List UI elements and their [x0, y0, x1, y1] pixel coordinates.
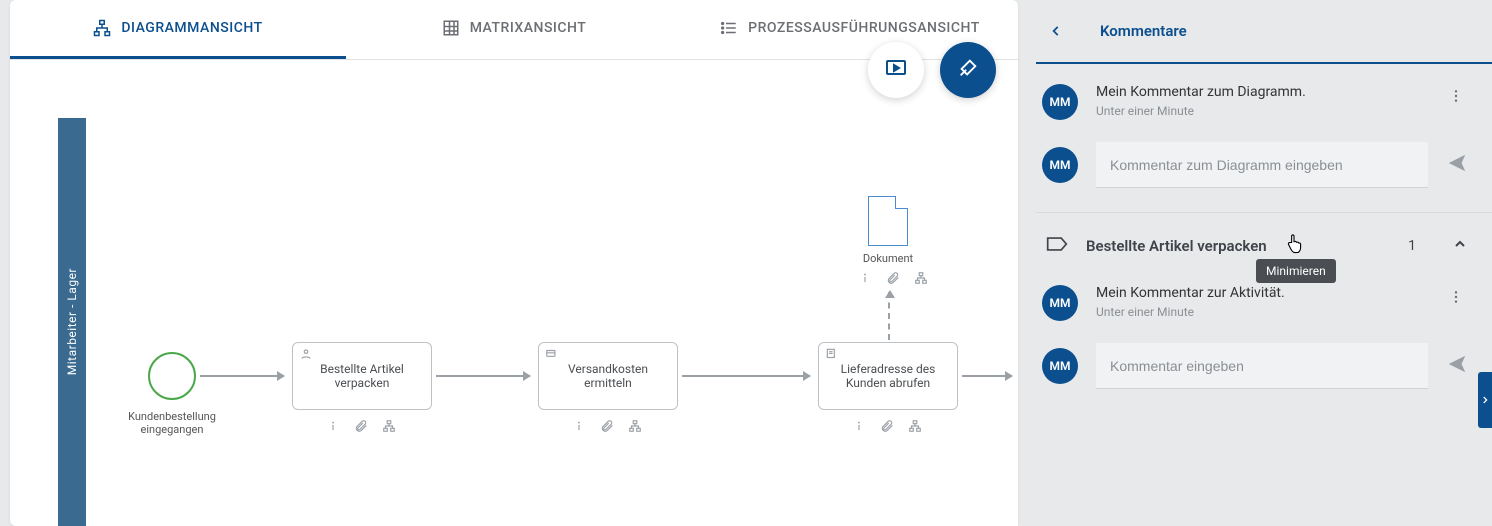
activity-title: Bestellte Artikel verpacken — [1086, 237, 1390, 255]
attachment-icon[interactable] — [600, 418, 614, 437]
comment-item: MM Mein Kommentar zur Aktivität. Unter e… — [1036, 265, 1492, 331]
activity-comment-input[interactable] — [1096, 343, 1428, 389]
sequence-flow — [962, 375, 1012, 377]
form-icon — [825, 347, 837, 357]
task-node[interactable]: Bestellte Artikel verpacken — [292, 342, 432, 410]
panel-title: Kommentare — [1100, 22, 1187, 40]
comment-menu-button[interactable] — [1444, 285, 1468, 313]
tab-label: MATRIXANSICHT — [470, 20, 587, 36]
tab-matrix-view[interactable]: MATRIXANSICHT — [346, 0, 682, 59]
back-button[interactable] — [1042, 24, 1070, 38]
task-label: Versandkosten ermitteln — [549, 362, 667, 390]
sequence-flow — [682, 375, 810, 377]
task-node[interactable]: Versandkosten ermitteln — [538, 342, 678, 410]
document-label: Dokument — [848, 252, 928, 265]
tab-label: PROZESSAUSFÜHRUNGSANSICHT — [748, 20, 980, 36]
tab-label: DIAGRAMMANSICHT — [121, 20, 262, 36]
info-icon[interactable] — [858, 270, 872, 289]
comment-item: MM Mein Kommentar zum Diagramm. Unter ei… — [1036, 64, 1492, 130]
attachment-icon[interactable] — [354, 418, 368, 437]
avatar: MM — [1042, 84, 1078, 120]
task-node[interactable]: Lieferadresse des Kunden abrufen — [818, 342, 958, 410]
send-button[interactable] — [1446, 353, 1468, 379]
float-buttons — [868, 42, 996, 98]
sequence-flow — [436, 375, 530, 377]
comment-menu-button[interactable] — [1444, 84, 1468, 112]
sequence-flow — [200, 375, 284, 377]
diagram-comment-input[interactable] — [1096, 142, 1428, 188]
comment-text: Mein Kommentar zum Diagramm. — [1096, 84, 1426, 100]
grid-icon — [442, 19, 460, 37]
send-button[interactable] — [1446, 152, 1468, 178]
list-icon — [720, 19, 738, 37]
avatar: MM — [1042, 147, 1078, 183]
info-icon[interactable] — [326, 418, 340, 437]
presentation-button[interactable] — [868, 42, 924, 98]
info-icon[interactable] — [852, 418, 866, 437]
hierarchy-icon[interactable] — [914, 270, 928, 289]
edit-button[interactable] — [940, 42, 996, 98]
task-label: Bestellte Artikel verpacken — [303, 362, 421, 390]
lane-title: Mitarbeiter - Lager — [65, 268, 79, 375]
task-toolbar — [852, 418, 922, 437]
comments-panel: Kommentare MM Mein Kommentar zum Diagram… — [1018, 0, 1492, 526]
lane-header: Mitarbeiter - Lager — [58, 118, 86, 526]
activity-comment-header[interactable]: Bestellte Artikel verpacken 1 Minimieren — [1036, 213, 1492, 265]
start-event-label: Kundenbestellung eingegangen — [112, 410, 232, 436]
panel-collapse-tab[interactable] — [1478, 372, 1492, 428]
attachment-icon[interactable] — [886, 270, 900, 289]
document-toolbar — [858, 270, 928, 289]
card-icon — [545, 347, 557, 357]
user-icon — [299, 347, 311, 357]
main-panel: DIAGRAMMANSICHT MATRIXANSICHT PROZESSAUS… — [10, 0, 1018, 526]
comment-time: Unter einer Minute — [1096, 305, 1426, 319]
task-label: Lieferadresse des Kunden abrufen — [829, 362, 947, 390]
chevron-up-icon[interactable] — [1452, 236, 1468, 256]
comment-list: MM Mein Kommentar zum Diagramm. Unter ei… — [1036, 64, 1492, 526]
attachment-icon[interactable] — [880, 418, 894, 437]
task-toolbar — [326, 418, 396, 437]
play-screen-icon — [884, 56, 908, 84]
sitemap-icon — [93, 19, 111, 37]
document-artifact[interactable] — [868, 196, 908, 246]
hierarchy-icon[interactable] — [908, 418, 922, 437]
diagram-canvas[interactable]: Mitarbeiter - Lager Kundenbestellung ein… — [58, 118, 1018, 526]
avatar: MM — [1042, 348, 1078, 384]
comments-header: Kommentare — [1036, 0, 1492, 64]
activity-comment-input-row: MM — [1036, 331, 1492, 409]
hierarchy-icon[interactable] — [628, 418, 642, 437]
comment-time: Unter einer Minute — [1096, 104, 1426, 118]
tools-icon — [957, 57, 979, 83]
diagram-comment-input-row: MM — [1036, 130, 1492, 208]
start-event[interactable] — [148, 352, 196, 400]
tab-diagram-view[interactable]: DIAGRAMMANSICHT — [10, 0, 346, 59]
task-toolbar — [572, 418, 642, 437]
info-icon[interactable] — [572, 418, 586, 437]
comment-text: Mein Kommentar zur Aktivität. — [1096, 285, 1426, 301]
activity-icon — [1046, 235, 1068, 257]
tab-bar: DIAGRAMMANSICHT MATRIXANSICHT PROZESSAUS… — [10, 0, 1018, 60]
hierarchy-icon[interactable] — [382, 418, 396, 437]
activity-count: 1 — [1408, 238, 1416, 254]
avatar: MM — [1042, 285, 1078, 321]
association-flow — [888, 292, 890, 340]
